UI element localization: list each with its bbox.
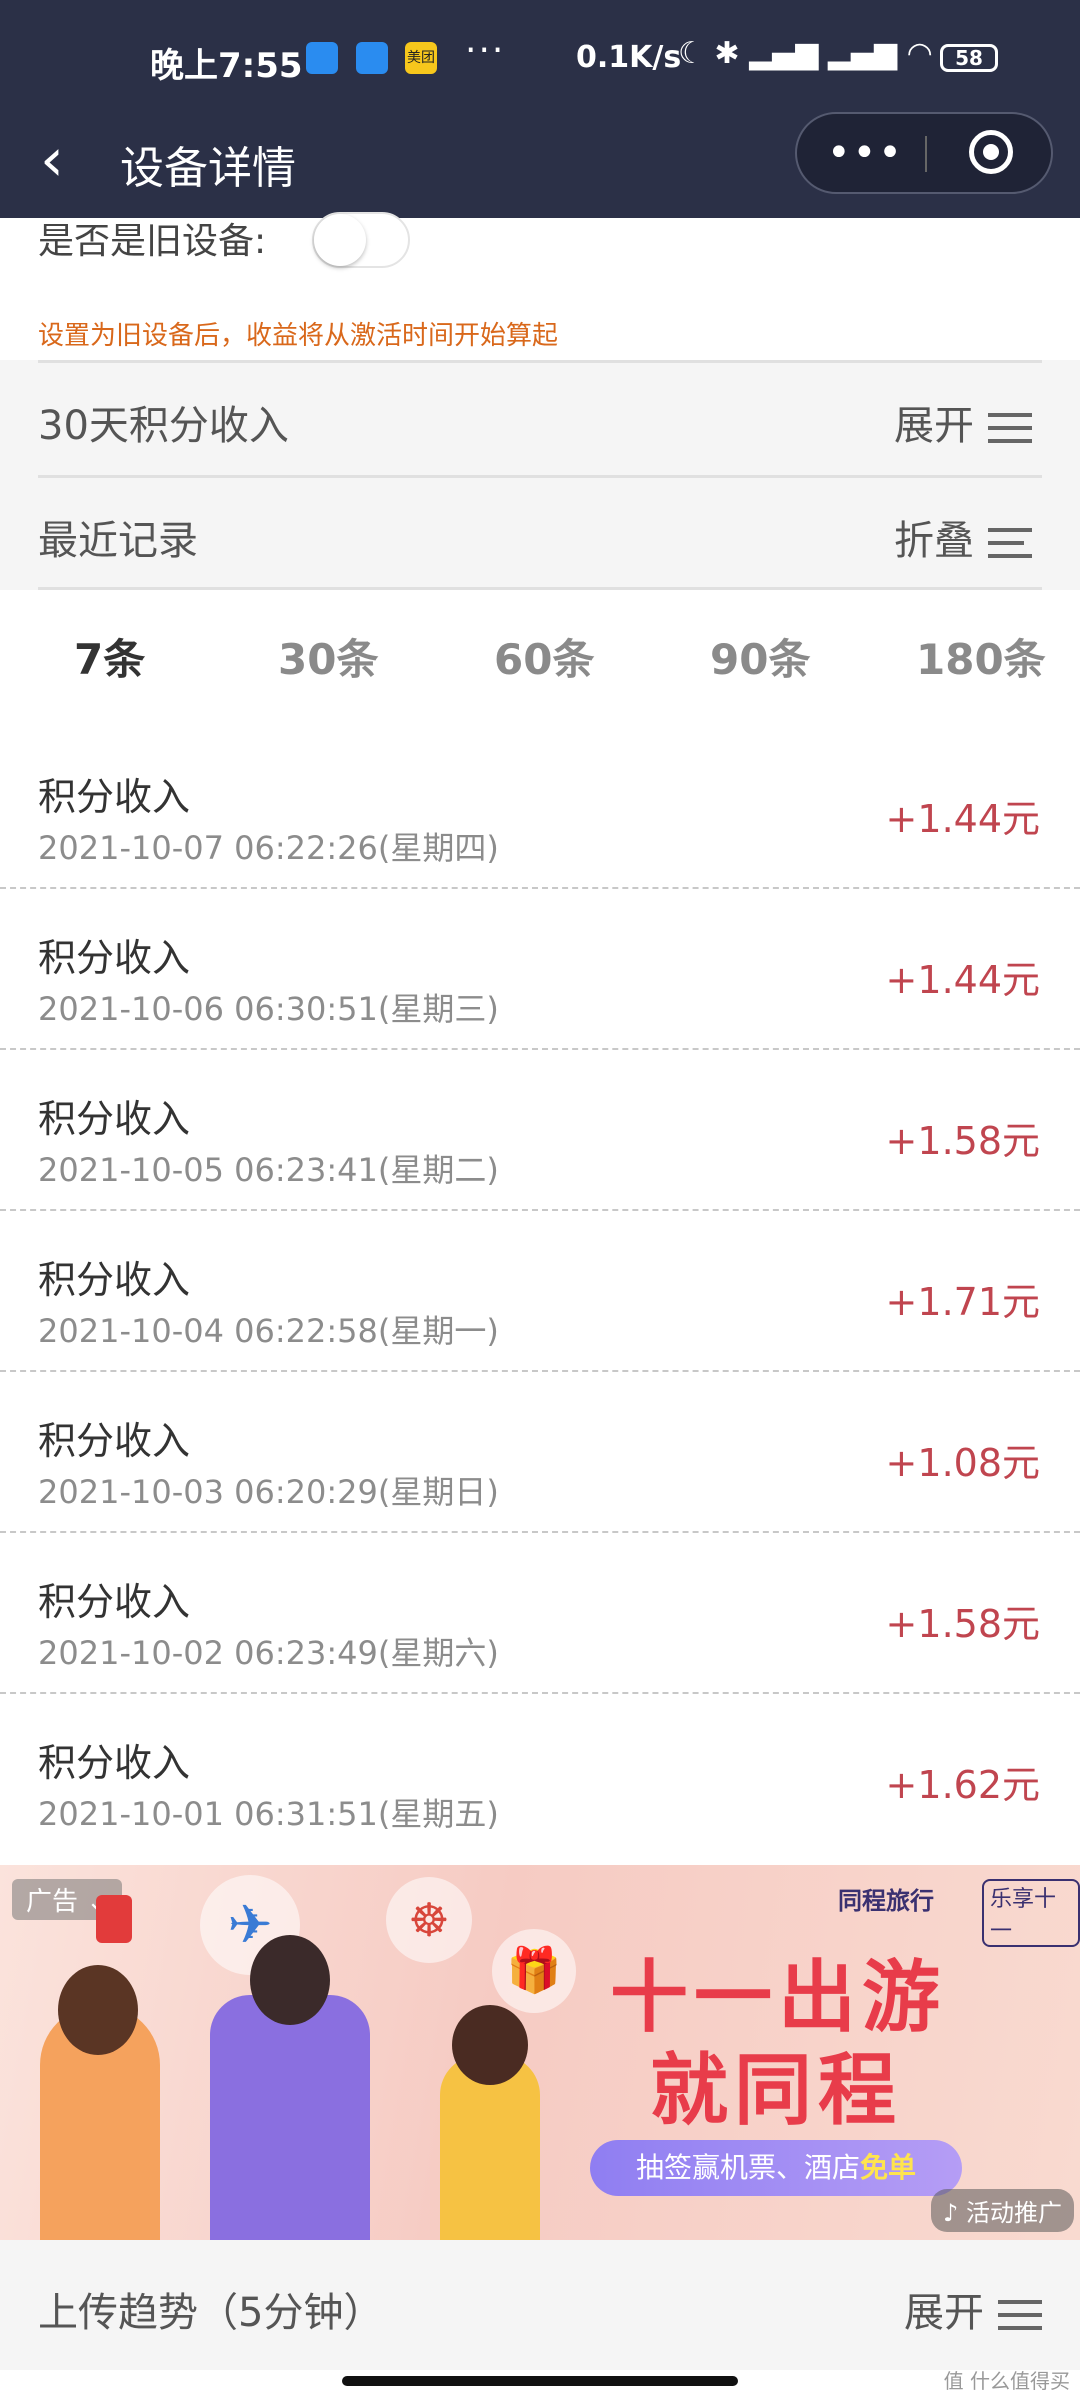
tab-30[interactable]: 30条 <box>278 626 378 687</box>
record-title: 积分收入 <box>38 1580 191 1624</box>
old-device-label: 是否是旧设备: <box>38 221 267 262</box>
record-count-tabs: 7条 30条 60条 90条 180条 <box>0 590 1080 720</box>
tab-90[interactable]: 90条 <box>710 626 810 687</box>
more-notifications-icon: ··· <box>465 30 506 71</box>
red-envelope-icon <box>96 1895 132 1943</box>
tab-180[interactable]: 180条 <box>916 626 1046 687</box>
record-title: 积分收入 <box>38 1741 191 1785</box>
record-amount: +1.44元 <box>885 797 1040 841</box>
system-status-icons: ☾ ✱ ▂▄▆ ▂▄▆ ◠ <box>678 36 933 71</box>
ad-banner[interactable]: 广告 ⌄ 同程旅行 乐享十一 ✈ ☸ 🎁 十一出游 就同程 抽签赢机票、酒店免单… <box>0 1865 1080 2240</box>
collapse-button[interactable]: 折叠 <box>894 508 1032 566</box>
expand-button[interactable]: 展开 <box>904 2280 1042 2338</box>
watermark: 值 什么值得买 <box>943 2369 1070 2393</box>
back-icon[interactable]: ‹ <box>40 130 64 190</box>
list-item: 积分收入 2021-10-02 06:23:49(星期六) +1.58元 <box>0 1533 1080 1694</box>
navigation-bar: ‹ 设备详情 ••• <box>0 112 1080 218</box>
record-amount: +1.62元 <box>885 1763 1040 1807</box>
section-title: 最近记录 <box>38 518 198 564</box>
record-amount: +1.08元 <box>885 1441 1040 1485</box>
ad-brand-badge: 乐享十一 <box>982 1879 1080 1947</box>
expand-label: 展开 <box>894 403 974 449</box>
toggle-knob <box>314 214 366 266</box>
ad-promo-badge[interactable]: ♪ 活动推广 <box>931 2189 1074 2232</box>
app-notification-icon <box>356 42 388 74</box>
list-item: 积分收入 2021-10-01 06:31:51(星期五) +1.62元 <box>0 1694 1080 1855</box>
section-upload-trend[interactable]: 上传趋势（5分钟） 展开 <box>0 2240 1080 2370</box>
ad-cta-highlight: 免单 <box>860 2151 917 2184</box>
status-time: 晚上7:55 <box>150 46 303 86</box>
expand-button[interactable]: 展开 <box>894 393 1032 451</box>
list-item: 积分收入 2021-10-03 06:20:29(星期日) +1.08元 <box>0 1372 1080 1533</box>
status-bar: 晚上7:55 美团 ··· 0.1K/s ☾ ✱ ▂▄▆ ▂▄▆ ◠ 58 <box>0 0 1080 120</box>
expand-label: 展开 <box>904 2290 984 2336</box>
section-title: 30天积分收入 <box>38 403 289 449</box>
gift-bubble-icon: 🎁 <box>492 1929 576 2013</box>
record-title: 积分收入 <box>38 1097 191 1141</box>
page-title: 设备详情 <box>120 143 296 194</box>
menu-icon <box>998 2300 1042 2330</box>
collapse-label: 折叠 <box>894 518 974 564</box>
record-time: 2021-10-02 06:23:49(星期六) <box>38 1634 499 1672</box>
list-item: 积分收入 2021-10-06 06:30:51(星期三) +1.44元 <box>0 889 1080 1050</box>
record-amount: +1.58元 <box>885 1119 1040 1163</box>
section-title: 上传趋势（5分钟） <box>38 2290 384 2336</box>
ad-promo-label: 活动推广 <box>966 2199 1062 2227</box>
tab-7[interactable]: 7条 <box>74 626 145 687</box>
ad-headline-2: 就同程 <box>650 2046 903 2136</box>
record-title: 积分收入 <box>38 1419 191 1463</box>
record-time: 2021-10-01 06:31:51(星期五) <box>38 1795 499 1833</box>
collapse-icon <box>988 528 1032 558</box>
ferris-wheel-bubble-icon: ☸ <box>386 1877 472 1963</box>
record-time: 2021-10-06 06:30:51(星期三) <box>38 990 499 1028</box>
section-30day-income[interactable]: 30天积分收入 展开 <box>38 360 1042 475</box>
list-item: 积分收入 2021-10-05 06:23:41(星期二) +1.58元 <box>0 1050 1080 1211</box>
record-time: 2021-10-05 06:23:41(星期二) <box>38 1151 499 1189</box>
meituan-icon: 美团 <box>405 42 437 74</box>
capsule-divider <box>925 136 927 172</box>
record-title: 积分收入 <box>38 936 191 980</box>
record-time: 2021-10-03 06:20:29(星期日) <box>38 1473 499 1511</box>
ad-cta-text: 抽签赢机票、酒店 <box>635 2151 860 2184</box>
record-title: 积分收入 <box>38 775 191 819</box>
record-title: 积分收入 <box>38 1258 191 1302</box>
home-indicator[interactable] <box>342 2376 738 2386</box>
ad-cta-pill[interactable]: 抽签赢机票、酒店免单 <box>590 2140 962 2196</box>
list-item: 积分收入 2021-10-04 06:22:58(星期一) +1.71元 <box>0 1211 1080 1372</box>
record-amount: +1.71元 <box>885 1280 1040 1324</box>
record-time: 2021-10-04 06:22:58(星期一) <box>38 1312 499 1350</box>
ad-brand: 同程旅行 <box>838 1887 934 1915</box>
section-recent-records[interactable]: 最近记录 折叠 <box>38 475 1042 590</box>
target-close-icon[interactable] <box>969 130 1013 174</box>
records-list: 积分收入 2021-10-07 06:22:26(星期四) +1.44元 积分收… <box>0 728 1080 1855</box>
tab-60[interactable]: 60条 <box>494 626 594 687</box>
network-speed: 0.1K/s <box>576 40 682 75</box>
battery-icon: 58 <box>940 44 998 72</box>
record-time: 2021-10-07 06:22:26(星期四) <box>38 829 499 867</box>
miniprogram-capsule: ••• <box>795 112 1053 194</box>
record-amount: +1.44元 <box>885 958 1040 1002</box>
record-amount: +1.58元 <box>885 1602 1040 1646</box>
old-device-hint: 设置为旧设备后，收益将从激活时间开始算起 <box>38 321 559 351</box>
list-item: 积分收入 2021-10-07 06:22:26(星期四) +1.44元 <box>0 728 1080 889</box>
summary-sections: 30天积分收入 展开 最近记录 折叠 <box>0 360 1080 590</box>
menu-icon <box>988 413 1032 443</box>
old-device-toggle[interactable] <box>312 212 410 268</box>
more-dots-icon[interactable]: ••• <box>827 130 904 176</box>
app-notification-icon <box>306 42 338 74</box>
